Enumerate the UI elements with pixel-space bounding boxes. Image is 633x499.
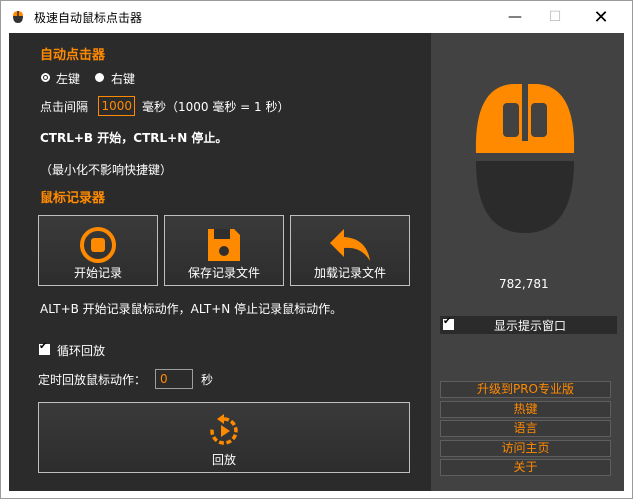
loop-playback-label: 循环回放 bbox=[57, 344, 106, 358]
mouse-app-icon bbox=[11, 10, 25, 24]
replay-label: 回放 bbox=[211, 453, 236, 467]
load-record-button[interactable]: 加载记录文件 bbox=[290, 215, 410, 286]
upgrade-pro-link[interactable]: 升级到PRO专业版 bbox=[440, 381, 611, 398]
left-key-radio[interactable] bbox=[41, 73, 50, 82]
minimize-icon: — bbox=[508, 9, 522, 25]
about-link[interactable]: 关于 bbox=[440, 459, 611, 476]
section-mouse-recorder: 鼠标记录器 bbox=[40, 191, 106, 206]
interval-input[interactable]: 1000 bbox=[98, 96, 135, 116]
close-icon: ✕ bbox=[593, 6, 609, 28]
title-bar[interactable]: 极速自动鼠标点击器 — ☐ ✕ bbox=[1, 1, 632, 33]
section-auto-clicker: 自动点击器 bbox=[40, 48, 106, 63]
window-title: 极速自动鼠标点击器 bbox=[34, 11, 143, 25]
hotkey-link[interactable]: 热键 bbox=[440, 401, 611, 418]
record-icon bbox=[78, 225, 118, 268]
floppy-disk-icon bbox=[204, 225, 244, 268]
save-record-label: 保存记录文件 bbox=[187, 266, 260, 280]
right-key-radio[interactable] bbox=[95, 73, 104, 82]
visit-homepage-link[interactable]: 访问主页 bbox=[440, 440, 611, 457]
right-key-label: 右键 bbox=[111, 72, 136, 86]
recorder-hotkey-hint: ALT+B 开始记录鼠标动作，ALT+N 停止记录鼠标动作。 bbox=[40, 302, 343, 316]
start-record-label: 开始记录 bbox=[73, 266, 122, 280]
language-link[interactable]: 语言 bbox=[440, 420, 611, 437]
show-tip-checkbox[interactable] bbox=[443, 316, 454, 330]
main-area: 自动点击器 左键 右键 点击间隔 1000 毫秒（1000 毫秒 = 1 秒） … bbox=[9, 33, 624, 491]
interval-label: 点击间隔 bbox=[40, 100, 89, 114]
show-tip-row[interactable]: 显示提示窗口 bbox=[440, 316, 617, 334]
replay-icon bbox=[206, 413, 242, 452]
mouse-illustration bbox=[470, 81, 580, 239]
replay-button[interactable]: 回放 bbox=[38, 402, 410, 473]
left-panel: 自动点击器 左键 右键 点击间隔 1000 毫秒（1000 毫秒 = 1 秒） … bbox=[9, 33, 431, 491]
minimize-note: （最小化不影响快捷键） bbox=[40, 163, 173, 177]
start-record-button[interactable]: 开始记录 bbox=[38, 215, 158, 286]
cursor-coordinates: 782,781 bbox=[499, 277, 549, 291]
maximize-button[interactable]: ☐ bbox=[532, 1, 578, 33]
timer-input[interactable]: 0 bbox=[155, 369, 193, 389]
undo-arrow-icon bbox=[328, 225, 372, 268]
save-record-button[interactable]: 保存记录文件 bbox=[164, 215, 284, 286]
close-button[interactable]: ✕ bbox=[578, 1, 624, 33]
loop-playback-checkbox[interactable] bbox=[39, 341, 50, 355]
app-window: 极速自动鼠标点击器 — ☐ ✕ 自动点击器 左键 右键 点击间隔 1000 毫秒… bbox=[0, 0, 633, 499]
show-tip-label: 显示提示窗口 bbox=[494, 319, 567, 333]
maximize-icon: ☐ bbox=[548, 9, 562, 25]
clicker-hotkey-hint: CTRL+B 开始，CTRL+N 停止。 bbox=[40, 131, 228, 145]
interval-unit: 毫秒（1000 毫秒 = 1 秒） bbox=[142, 100, 290, 114]
timer-unit: 秒 bbox=[201, 373, 214, 387]
timer-label: 定时回放鼠标动作： bbox=[38, 373, 147, 387]
left-key-label: 左键 bbox=[56, 72, 81, 86]
load-record-label: 加载记录文件 bbox=[313, 266, 386, 280]
